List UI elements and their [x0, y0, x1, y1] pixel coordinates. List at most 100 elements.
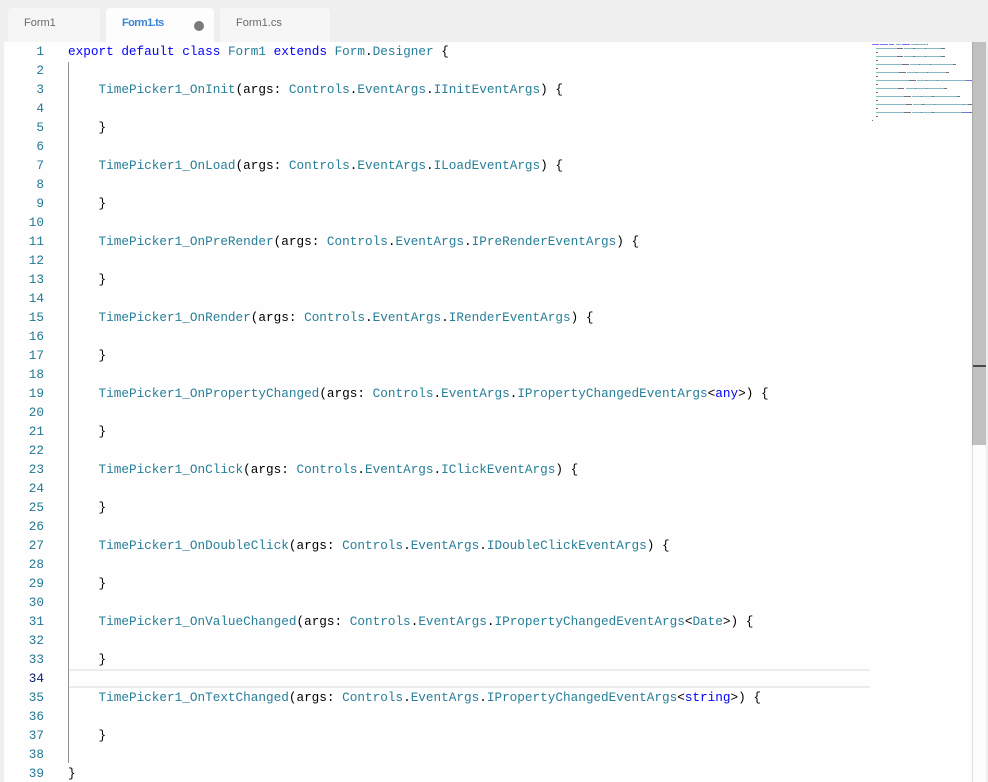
punctuation-token: .: [479, 690, 487, 705]
minimap-line-segment: [916, 80, 926, 81]
minimap-line-segment: [876, 80, 909, 81]
identifier-token: TimePicker1_OnLoad: [98, 158, 236, 173]
code-line[interactable]: }: [68, 498, 870, 517]
tab-form1-cs[interactable]: Form1.cs: [220, 8, 330, 42]
line-number: 26: [28, 519, 44, 534]
unsaved-dot-icon[interactable]: [194, 21, 204, 31]
code-line[interactable]: [68, 99, 870, 118]
minimap-line-segment: [898, 72, 906, 73]
code-line[interactable]: }: [68, 764, 870, 782]
code-line[interactable]: [68, 137, 870, 156]
code-line[interactable]: TimePicker1_OnClick(args: Controls.Event…: [68, 460, 870, 479]
punctuation-token: (args:: [273, 234, 327, 249]
identifier-token: TimePicker1_OnClick: [98, 462, 244, 477]
minimap-line-segment: [876, 56, 897, 57]
minimap-line-segment: [876, 96, 905, 97]
code-line[interactable]: export default class Form1 extends Form.…: [68, 42, 870, 61]
minimap-line-segment: [920, 64, 931, 65]
code-line[interactable]: }: [68, 270, 870, 289]
code-line[interactable]: }: [68, 726, 870, 745]
minimap-line-segment: [876, 72, 899, 73]
code-area[interactable]: export default class Form1 extends Form.…: [68, 42, 870, 782]
code-line[interactable]: TimePicker1_OnRender(args: Controls.Even…: [68, 308, 870, 327]
line-number: 36: [28, 709, 44, 724]
code-line[interactable]: [68, 479, 870, 498]
code-editor[interactable]: 1 2 3 4 5 6 7 8 9 10 11 12 13 14 15 16 17 18 19 20 21 22 23 24 2…: [4, 42, 986, 782]
line-number: 30: [28, 595, 44, 610]
minimap-line-segment: [926, 88, 944, 89]
punctuation-token: .: [433, 386, 442, 401]
minimap-line-segment: [934, 104, 963, 105]
minimap-line-segment: [957, 96, 961, 97]
code-line[interactable]: [68, 669, 870, 688]
identifier-token: Controls: [288, 158, 350, 173]
code-line[interactable]: }: [68, 574, 870, 593]
code-line[interactable]: [68, 251, 870, 270]
code-line[interactable]: [68, 175, 870, 194]
line-number: 15: [28, 310, 44, 325]
code-line[interactable]: [68, 631, 870, 650]
minimap-line-segment: [926, 44, 928, 45]
code-line[interactable]: [68, 327, 870, 346]
code-line[interactable]: TimePicker1_OnInit(args: Controls.EventA…: [68, 80, 870, 99]
punctuation-token: ) {: [646, 538, 670, 553]
code-line[interactable]: [68, 441, 870, 460]
minimap-line-segment: [962, 112, 970, 113]
punctuation-token: .: [365, 44, 373, 59]
line-number-gutter: 1 2 3 4 5 6 7 8 9 10 11 12 13 14 15 16 17 18 19 20 21 22 23 24 2…: [4, 42, 44, 782]
code-line[interactable]: TimePicker1_OnPropertyChanged(args: Cont…: [68, 384, 870, 403]
code-line[interactable]: }: [68, 118, 870, 137]
code-line[interactable]: [68, 213, 870, 232]
line-number: 4: [36, 101, 44, 116]
code-line[interactable]: [68, 517, 870, 536]
minimap-line-segment: [876, 88, 898, 89]
identifier-token: Controls: [349, 614, 411, 629]
code-line[interactable]: [68, 593, 870, 612]
code-line[interactable]: [68, 745, 870, 764]
minimap-line-segment: [926, 80, 937, 81]
identifier-token: IPreRenderEventArgs: [471, 234, 617, 249]
punctuation-token: >) {: [722, 614, 754, 629]
code-line[interactable]: [68, 707, 870, 726]
code-line[interactable]: TimePicker1_OnTextChanged(args: Controls…: [68, 688, 870, 707]
minimap-line-segment: [928, 72, 946, 73]
line-number: 14: [28, 291, 44, 306]
punctuation-token: ) {: [570, 310, 594, 325]
code-line[interactable]: [68, 61, 870, 80]
minimap-line-segment: [912, 112, 922, 113]
tab-form1[interactable]: Form1: [8, 8, 100, 42]
code-line[interactable]: TimePicker1_OnValueChanged(args: Control…: [68, 612, 870, 631]
keyword-token: extends: [273, 44, 327, 59]
minimap-line-segment: [872, 120, 874, 121]
code-line[interactable]: [68, 289, 870, 308]
code-line[interactable]: [68, 555, 870, 574]
identifier-token: IPropertyChangedEventArgs: [494, 614, 685, 629]
identifier-token: Designer: [372, 44, 434, 59]
code-line[interactable]: }: [68, 346, 870, 365]
minimap[interactable]: [868, 42, 976, 122]
line-number: 31: [28, 614, 44, 629]
code-line[interactable]: [68, 365, 870, 384]
code-line[interactable]: TimePicker1_OnPreRender(args: Controls.E…: [68, 232, 870, 251]
identifier-token: TimePicker1_OnTextChanged: [98, 690, 289, 705]
line-number: 29: [28, 576, 44, 591]
code-line[interactable]: [68, 403, 870, 422]
code-line[interactable]: TimePicker1_OnDoubleClick(args: Controls…: [68, 536, 870, 555]
vertical-scrollbar-thumb[interactable]: [972, 42, 986, 445]
minimap-line-segment: [913, 104, 923, 105]
punctuation-token: .: [425, 158, 434, 173]
line-number: 21: [28, 424, 44, 439]
punctuation-token: }: [98, 272, 107, 287]
tab-form1-ts[interactable]: Form1.ts: [106, 8, 214, 42]
code-line[interactable]: }: [68, 650, 870, 669]
punctuation-token: [266, 44, 274, 59]
code-line[interactable]: }: [68, 194, 870, 213]
code-line[interactable]: TimePicker1_OnLoad(args: Controls.EventA…: [68, 156, 870, 175]
code-line[interactable]: }: [68, 422, 870, 441]
minimap-line-segment: [914, 56, 925, 57]
line-number: 8: [36, 177, 44, 192]
identifier-token: EventArgs: [410, 538, 480, 553]
minimap-line-segment: [876, 100, 878, 101]
minimap-line-segment: [879, 44, 888, 45]
punctuation-token: (args:: [288, 690, 343, 705]
